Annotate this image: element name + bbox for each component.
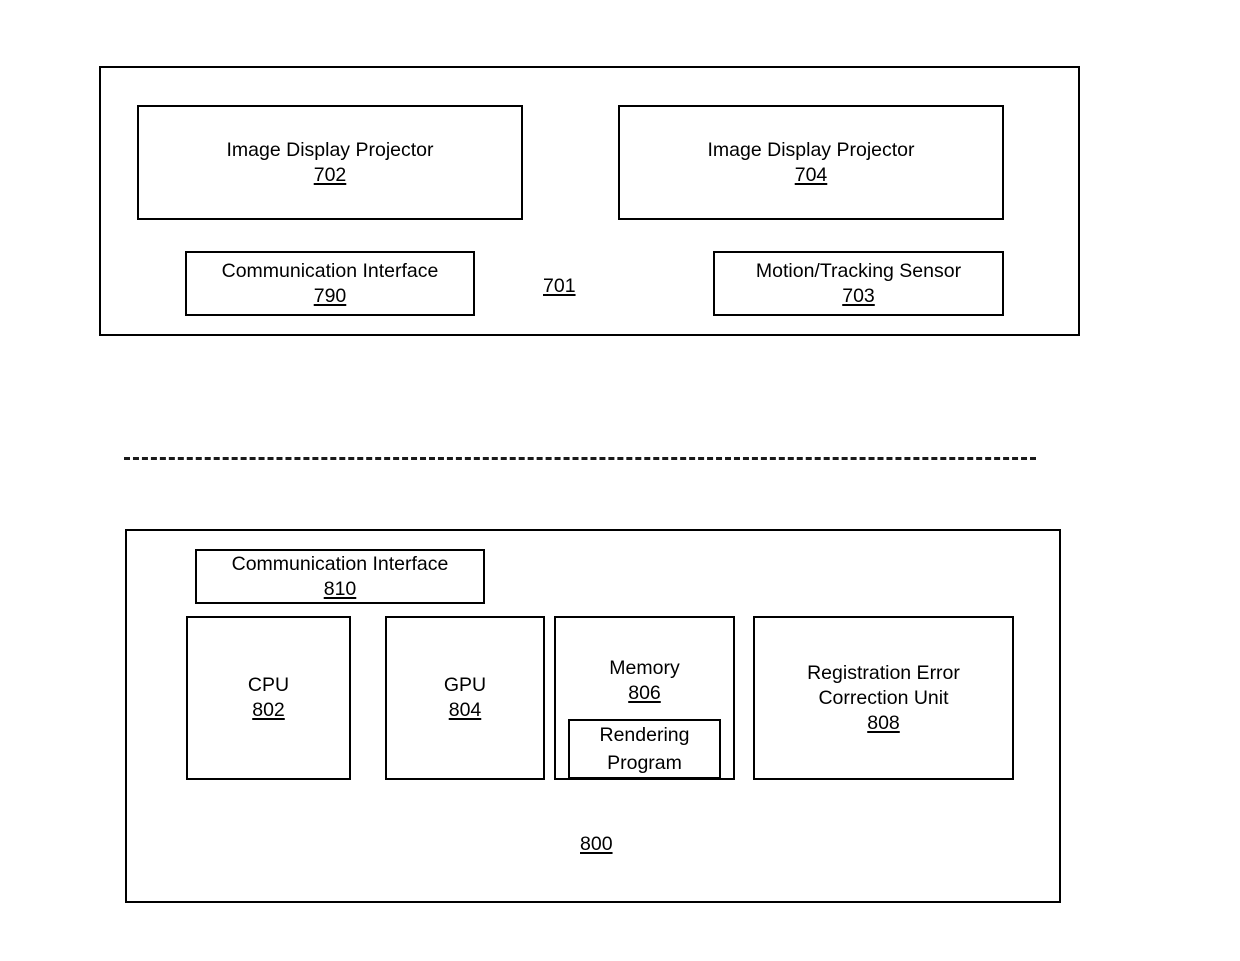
block-reference-number: 702 <box>313 163 347 186</box>
container-reference-number-701: 701 <box>543 275 576 297</box>
block-reference-number: 790 <box>313 284 347 307</box>
rendering-program-label: Rendering Program <box>600 721 690 777</box>
block-reference-number: 810 <box>323 577 357 600</box>
block-title: Image Display Projector <box>707 138 915 161</box>
block-reference-number: 808 <box>867 711 900 734</box>
container-reference-number-800: 800 <box>580 833 613 855</box>
block-reference-number: 704 <box>794 163 828 186</box>
block-registration-error-correction-unit-808: Registration Error Correction Unit 808 <box>753 616 1014 780</box>
block-reference-number: 804 <box>448 699 482 721</box>
block-title: Communication Interface <box>231 552 449 575</box>
patent-figure: Image Display Projector 702 Image Displa… <box>0 0 1240 961</box>
block-title: Memory <box>609 657 680 679</box>
block-rendering-program: Rendering Program <box>568 719 721 779</box>
dashed-separator <box>124 457 1036 460</box>
rendering-program-line1: Rendering <box>599 724 690 746</box>
block-reference-number: 703 <box>842 284 875 307</box>
block-title: Communication Interface <box>221 259 439 282</box>
block-title: Image Display Projector <box>226 138 434 161</box>
rendering-program-line2: Program <box>607 752 682 774</box>
block-motion-tracking-sensor-703: Motion/Tracking Sensor 703 <box>713 251 1004 316</box>
block-gpu-804: GPU 804 <box>385 616 545 780</box>
block-title: Registration Error Correction Unit <box>807 661 960 709</box>
block-title: CPU <box>247 674 290 696</box>
block-title: GPU <box>443 674 487 696</box>
block-communication-interface-790: Communication Interface 790 <box>185 251 475 316</box>
block-image-display-projector-702: Image Display Projector 702 <box>137 105 523 220</box>
block-image-display-projector-704: Image Display Projector 704 <box>618 105 1004 220</box>
block-reference-number: 802 <box>252 699 285 721</box>
block-cpu-802: CPU 802 <box>186 616 351 780</box>
block-title: Motion/Tracking Sensor <box>755 259 962 282</box>
block-communication-interface-810: Communication Interface 810 <box>195 549 485 604</box>
block-reference-number: 806 <box>628 682 661 704</box>
